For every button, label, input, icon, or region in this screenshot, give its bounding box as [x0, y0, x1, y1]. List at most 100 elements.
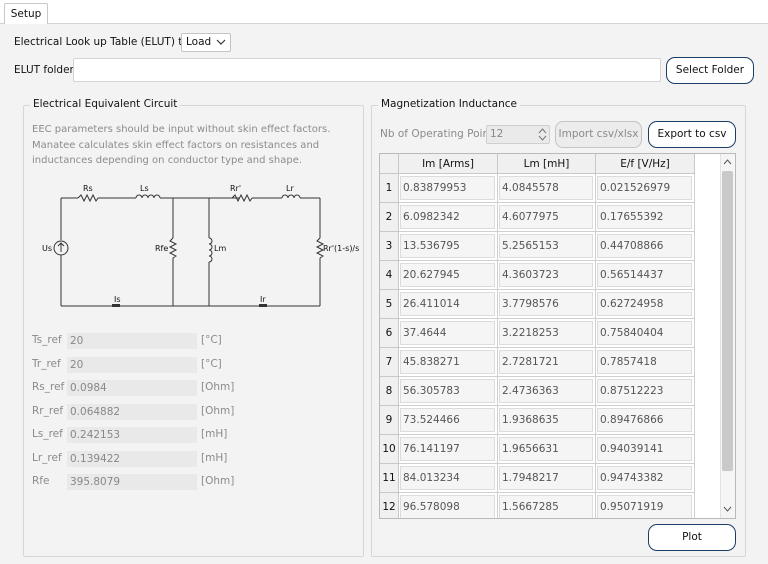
table-cell[interactable]: 0.87512223: [596, 377, 695, 406]
eec-description: EEC parameters should be input without s…: [32, 124, 331, 166]
table-cell[interactable]: 26.411014: [399, 290, 498, 319]
elut-type-select[interactable]: Load: [181, 33, 231, 52]
table-cell[interactable]: 20.627945: [399, 261, 498, 290]
table-cell[interactable]: 0.62724958: [596, 290, 695, 319]
table-cell[interactable]: 1.7948217: [498, 464, 596, 493]
export-csv-button[interactable]: Export to csv: [648, 121, 736, 148]
table-cell[interactable]: 73.524466: [399, 406, 498, 435]
table-cell[interactable]: 0.75840404: [596, 319, 695, 348]
cell-value: 96.578098: [400, 495, 495, 518]
row-header[interactable]: 4: [380, 261, 399, 290]
table-cell[interactable]: 2.4736363: [498, 377, 596, 406]
row-header[interactable]: 11: [380, 464, 399, 493]
select-folder-button[interactable]: Select Folder: [666, 57, 754, 84]
cell-value: 76.141197: [400, 437, 495, 461]
import-csv-button[interactable]: Import csv/xlsx: [555, 121, 642, 148]
elut-type-value: Load: [186, 36, 212, 48]
param-value-field[interactable]: 395.8079: [67, 474, 197, 490]
param-value-field[interactable]: 0.0984: [67, 380, 197, 396]
label-rload: Rr'(1-s)/s: [323, 244, 360, 253]
param-value-field[interactable]: 0.242153: [67, 427, 197, 443]
param-label: Rr_ref: [32, 405, 64, 417]
table-cell[interactable]: 3.7798576: [498, 290, 596, 319]
param-value-field[interactable]: 20: [67, 357, 197, 373]
table-cell[interactable]: 84.013234: [399, 464, 498, 493]
table-cell[interactable]: 0.94039141: [596, 435, 695, 464]
row-header[interactable]: 5: [380, 290, 399, 319]
scroll-down-icon[interactable]: [723, 506, 732, 513]
table-cell[interactable]: 56.305783: [399, 377, 498, 406]
param-unit: [Ohm]: [201, 405, 235, 417]
column-header[interactable]: E/f [V/Hz]: [596, 154, 695, 174]
param-unit: [Ohm]: [201, 475, 235, 487]
table-cell[interactable]: 1.5667285: [498, 493, 596, 518]
table-cell[interactable]: 5.2565153: [498, 232, 596, 261]
table-cell[interactable]: 0.83879953: [399, 174, 498, 203]
scrollbar-thumb[interactable]: [722, 171, 733, 471]
label-is: Is: [114, 295, 121, 304]
table-cell[interactable]: 76.141197: [399, 435, 498, 464]
table-cell[interactable]: 1.9656631: [498, 435, 596, 464]
cell-value: 13.536795: [400, 234, 495, 258]
cell-value: 84.013234: [400, 466, 495, 490]
elut-folder-input[interactable]: [73, 58, 661, 82]
table-cell[interactable]: 6.0982342: [399, 203, 498, 232]
table-cell[interactable]: 2.7281721: [498, 348, 596, 377]
column-header[interactable]: Lm [mH]: [498, 154, 596, 174]
table-cell[interactable]: 0.95071919: [596, 493, 695, 518]
table-cell[interactable]: 13.536795: [399, 232, 498, 261]
column-header[interactable]: Im [Arms]: [399, 154, 498, 174]
table-cell[interactable]: 4.3603723: [498, 261, 596, 290]
cell-value: 0.62724958: [597, 292, 692, 316]
table-cell[interactable]: 3.2218253: [498, 319, 596, 348]
table-cell[interactable]: 45.838271: [399, 348, 498, 377]
cell-value: 0.021526979: [597, 176, 692, 200]
param-value-field[interactable]: 0.064882: [67, 404, 197, 420]
table-cell[interactable]: 0.44708866: [596, 232, 695, 261]
cell-value: 0.83879953: [400, 176, 495, 200]
table-cell[interactable]: 4.6077975: [498, 203, 596, 232]
scroll-up-icon[interactable]: [723, 158, 732, 165]
cell-value: 0.75840404: [597, 321, 692, 345]
elut-folder-label: ELUT folder: [14, 64, 74, 76]
param-value-field[interactable]: 20: [67, 333, 197, 349]
row-header[interactable]: 8: [380, 377, 399, 406]
param-value-field[interactable]: 0.139422: [67, 451, 197, 467]
magnetization-table[interactable]: Im [Arms] Lm [mH] E/f [V/Hz] 1 0.83879953 4.0…: [379, 153, 736, 519]
tab-setup[interactable]: Setup: [4, 3, 48, 24]
table-cell[interactable]: 0.56514437: [596, 261, 695, 290]
table-cell[interactable]: 0.94743382: [596, 464, 695, 493]
table-cell[interactable]: 37.4644: [399, 319, 498, 348]
plot-button[interactable]: Plot: [648, 524, 736, 551]
cell-value: 6.0982342: [400, 205, 495, 229]
cell-value: 3.7798576: [499, 292, 593, 316]
table-cell[interactable]: 0.7857418: [596, 348, 695, 377]
label-us: Us: [42, 244, 53, 253]
table-cell[interactable]: 0.89476866: [596, 406, 695, 435]
nb-points-spinbox[interactable]: 12: [486, 125, 550, 144]
row-header[interactable]: 10: [380, 435, 399, 464]
cell-value: 0.17655392: [597, 205, 692, 229]
row-header[interactable]: 2: [380, 203, 399, 232]
table-cell[interactable]: 0.021526979: [596, 174, 695, 203]
param-label: Rs_ref: [32, 381, 65, 393]
row-header[interactable]: 1: [380, 174, 399, 203]
cell-value: 5.2565153: [499, 234, 593, 258]
row-header[interactable]: 7: [380, 348, 399, 377]
cell-value: 37.4644: [400, 321, 495, 345]
cell-value: 4.0845578: [499, 176, 593, 200]
label-rs: Rs: [83, 184, 93, 193]
table-cell[interactable]: 0.17655392: [596, 203, 695, 232]
row-header[interactable]: 12: [380, 493, 399, 518]
table-cell[interactable]: 4.0845578: [498, 174, 596, 203]
eec-group-title: Electrical Equivalent Circuit: [30, 98, 181, 110]
cell-value: 56.305783: [400, 379, 495, 403]
nb-points-label: Nb of Operating Points: [380, 128, 499, 140]
spin-arrows-icon[interactable]: [538, 126, 547, 143]
table-cell[interactable]: 96.578098: [399, 493, 498, 518]
table-cell[interactable]: 1.9368635: [498, 406, 596, 435]
row-header[interactable]: 3: [380, 232, 399, 261]
magnetization-group-title: Magnetization Inductance: [378, 98, 520, 110]
row-header[interactable]: 9: [380, 406, 399, 435]
row-header[interactable]: 6: [380, 319, 399, 348]
